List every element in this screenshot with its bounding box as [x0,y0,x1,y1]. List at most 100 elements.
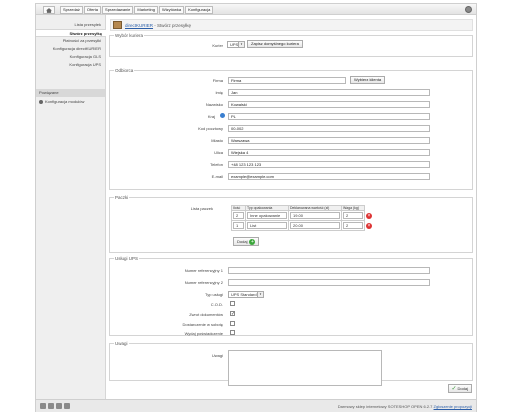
name-field[interactable]: Jan [228,89,430,96]
sidebar-item-label: Konfiguracja modułów [45,99,85,104]
table-row: 2 Inne opakowanie 19.00 2 × [231,210,374,221]
sidebar: Lista przesyłek Stwórz przesyłkę Płatnoś… [36,15,106,399]
page-title-suffix: - Stwórz przesyłkę [153,22,192,28]
sidebar-heading-related: Powiązane [36,89,105,97]
email-label: E-mail [211,174,223,179]
nav-tab-wizytowka[interactable]: Wizytówka [158,6,185,14]
cod-checkbox[interactable] [230,301,235,306]
top-navigation: Sprzedaż Oferta Sprzedawanie Marketing W… [36,4,476,15]
package-icon [113,21,122,29]
courier-label: Kurier [212,43,223,48]
page-header: directKURIER - Stwórz przesyłkę [110,19,473,31]
submit-label: Dodaj [457,386,468,391]
sidebar-item-payments[interactable]: Płatności za przesyłki [36,37,105,45]
sidebar-item-config-gls[interactable]: Konfiguracja GLS [36,53,105,61]
save-default-courier-button[interactable]: Zapisz domyślnego kuriera [247,40,303,48]
city-label: Miasto [211,138,223,143]
docs-return-checkbox[interactable]: ✓ [230,311,235,317]
surname-field[interactable]: Kowalski [228,101,430,108]
postal-field[interactable]: 00-002 [228,125,430,132]
home-button[interactable] [43,6,55,14]
chevron-down-icon: ▾ [257,292,263,297]
help-icon[interactable] [64,403,70,409]
settings-icon[interactable] [465,6,472,13]
courier-select[interactable]: UPS ▾ [227,41,245,48]
home-icon [46,7,52,13]
saturday-checkbox[interactable] [230,321,235,326]
footer: Darmowy sklep internetowy SOTESHOP OPEN … [36,399,476,412]
surname-label: Nazwisko [205,102,223,107]
page-title-link[interactable]: directKURIER [125,23,153,28]
street-label: Ulica [214,150,223,155]
footer-text: Darmowy sklep internetowy SOTESHOP OPEN … [338,404,472,409]
footer-link[interactable]: Zgłoszenie propozycji [434,404,472,409]
facebook-icon[interactable] [40,403,46,409]
chevron-down-icon: ▾ [238,42,244,47]
weight-input[interactable]: 2 [343,222,363,229]
main-content: directKURIER - Stwórz przesyłkę Wybór ku… [107,15,476,399]
firm-field[interactable]: Firma [228,77,346,84]
sidebar-item-create-shipment[interactable]: Stwórz przesyłkę [36,29,106,37]
nav-tab-sprzedawanie[interactable]: Sprzedawanie [102,6,134,14]
value-input[interactable]: 19.00 [290,212,340,219]
docs-return-label: Zwrot dokumentów [189,312,223,317]
twitter-icon[interactable] [56,403,62,409]
sidebar-item-shipment-list[interactable]: Lista przesyłek [36,21,105,29]
phone-field[interactable]: +48 123 123 123 [228,161,430,168]
gear-icon [39,99,43,104]
services-legend: Usługi UPS [115,256,139,261]
recipient-legend: Odbiorca [115,68,134,73]
qty-input[interactable]: 2 [233,212,244,219]
value-input[interactable]: 20.00 [290,222,340,229]
name-label: Imię [215,90,223,95]
email-field[interactable]: example@example.com [228,173,430,180]
submit-button[interactable]: ✓ Dodaj [447,384,472,393]
parcels-list-label: Lista paczek [190,206,213,211]
app-shell: Sprzedaż Oferta Sprzedawanie Marketing W… [35,3,477,412]
country-label: Kraj [207,114,215,119]
service-type-value: UPS Standard [231,292,257,297]
delete-icon[interactable]: × [366,212,372,219]
city-field[interactable]: Warszawa [228,137,430,144]
nav-tab-sprzedaz[interactable]: Sprzedaż [60,6,83,14]
weight-input[interactable]: 2 [343,212,363,219]
plus-icon: + [249,238,256,245]
notes-label: Uwagi [211,353,223,358]
page-title: directKURIER - Stwórz przesyłkę [125,23,191,28]
parcels-legend: Paczki [115,195,129,200]
ref2-field[interactable] [228,279,430,286]
sidebar-item-config-directkurier[interactable]: Konfiguracja directKURIER [36,45,105,53]
courier-value: UPS [230,42,239,47]
footer-label: Darmowy sklep internetowy SOTESHOP OPEN … [337,404,433,409]
postal-label: Kod pocztowy [198,126,223,131]
rss-icon[interactable] [48,403,54,409]
saturday-label: Dostarczenie w sobotę [182,322,223,327]
service-type-select[interactable]: UPS Standard ▾ [228,291,264,298]
firm-label: Firma [212,78,223,83]
type-select[interactable]: List [247,222,287,229]
add-parcel-label: Dodaj [237,239,248,244]
delete-icon[interactable]: × [366,222,372,229]
qty-input[interactable]: 1 [233,222,244,229]
info-icon[interactable] [220,113,225,118]
table-row: 1 List 20.00 2 × [231,220,374,231]
nav-tab-konfiguracja[interactable]: Konfiguracja [185,6,214,14]
confirmation-checkbox[interactable] [230,330,235,335]
choose-client-button[interactable]: Wybierz klienta [350,76,386,84]
nav-tab-oferta[interactable]: Oferta [83,6,102,14]
ref2-label: Numer referencyjny 2 [184,280,223,285]
type-select[interactable]: Inne opakowanie [247,212,287,219]
notes-legend: Uwagi [115,341,128,346]
add-parcel-button[interactable]: Dodaj + [233,237,260,246]
ref1-label: Numer referencyjny 1 [184,268,223,273]
notes-textarea[interactable] [228,350,382,386]
street-field[interactable]: Wiejska 4 [228,149,430,156]
sidebar-item-config-ups[interactable]: Konfiguracja UPS [36,61,105,69]
ref1-field[interactable] [228,267,430,274]
nav-tab-marketing[interactable]: Marketing [134,6,158,14]
parcels-table: Ilość Typ opakowania Deklarowana wartość… [231,205,374,231]
type-value: List [250,223,257,228]
sidebar-item-module-config[interactable]: Konfiguracja modułów [36,97,105,106]
cod-label: C.O.D. [210,302,223,307]
country-field[interactable]: PL [228,113,430,120]
